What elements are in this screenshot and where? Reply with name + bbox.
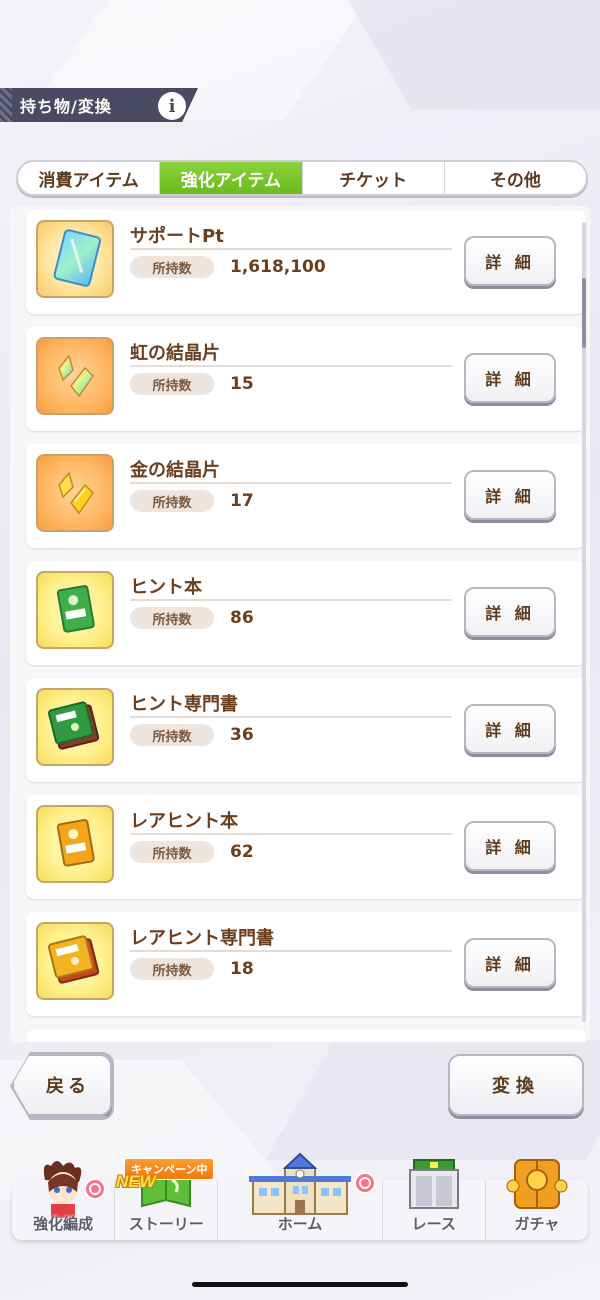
count-label: 所持数: [130, 724, 214, 746]
category-tabs: 消費アイテム 強化アイテム チケット その他: [16, 160, 588, 196]
list-item: [26, 1029, 586, 1042]
item-name: レアヒント専門書: [130, 928, 274, 949]
hint-technical-book-icon: [36, 688, 114, 766]
list-item: ヒント本 所持数 86 詳 細: [26, 561, 586, 665]
bottom-navigation: 強化編成 ストーリー ホーム レース ガチャ: [12, 1152, 588, 1240]
divider: [130, 833, 452, 835]
nav-label: 強化編成: [33, 1215, 94, 1233]
gacha-door-icon: [506, 1159, 568, 1209]
gold-crystal-icon: [36, 454, 114, 532]
tab-consumables[interactable]: 消費アイテム: [18, 162, 161, 194]
nav-label: レース: [411, 1215, 456, 1233]
count-value: 62: [230, 842, 254, 862]
item-name: 金の結晶片: [130, 460, 220, 481]
scrollbar-thumb[interactable]: [582, 278, 586, 348]
detail-button[interactable]: 詳 細: [464, 821, 556, 871]
divider: [130, 248, 452, 250]
tab-tickets[interactable]: チケット: [303, 162, 445, 194]
new-badge: NEW: [116, 1172, 156, 1191]
list-item: サポートPt 所持数 1,618,100 詳 細: [26, 210, 586, 314]
item-name: レアヒント本: [130, 811, 238, 832]
item-name: 虹の結晶片: [130, 343, 220, 364]
item-name: サポートPt: [130, 226, 224, 247]
page-title: 持ち物/変換: [20, 97, 112, 116]
count-value: 36: [230, 725, 254, 745]
tab-enhancement-items[interactable]: 強化アイテム: [160, 162, 303, 194]
count-value: 86: [230, 608, 254, 628]
nav-label: ガチャ: [514, 1215, 560, 1233]
rainbow-crystal-icon: [36, 337, 114, 415]
convert-button[interactable]: 変換: [448, 1054, 584, 1116]
count-label: 所持数: [130, 607, 214, 629]
scrollbar[interactable]: [582, 222, 586, 1022]
notification-badge: [84, 1178, 106, 1200]
nav-label: ストーリー: [128, 1215, 204, 1233]
school-building-icon: [248, 1152, 351, 1215]
nav-race[interactable]: レース: [383, 1159, 486, 1240]
detail-button[interactable]: 詳 細: [464, 236, 556, 286]
list-item: レアヒント専門書 所持数 18 詳 細: [26, 912, 586, 1016]
race-gate-icon: [408, 1159, 459, 1209]
detail-button[interactable]: 詳 細: [464, 938, 556, 988]
detail-button[interactable]: 詳 細: [464, 353, 556, 403]
list-item: ヒント専門書 所持数 36 詳 細: [26, 678, 586, 782]
nav-enhance-formation[interactable]: 強化編成: [12, 1161, 116, 1240]
divider: [130, 716, 452, 718]
count-value: 18: [230, 959, 254, 979]
list-item: レアヒント本 所持数 62 詳 細: [26, 795, 586, 899]
count-value: 17: [230, 491, 254, 511]
divider: [130, 950, 452, 952]
home-indicator[interactable]: [192, 1282, 408, 1287]
divider: [130, 599, 452, 601]
info-icon[interactable]: i: [158, 92, 186, 120]
count-label: 所持数: [130, 256, 214, 278]
count-label: 所持数: [130, 490, 214, 512]
rare-hint-technical-book-icon: [36, 922, 114, 1000]
nav-home[interactable]: ホーム: [218, 1152, 383, 1240]
item-name: ヒント本: [130, 577, 202, 598]
tab-other[interactable]: その他: [445, 162, 586, 194]
nav-gacha[interactable]: ガチャ: [486, 1159, 588, 1240]
rare-hint-book-icon: [36, 805, 114, 883]
back-button[interactable]: 戻る: [12, 1054, 112, 1116]
count-label: 所持数: [130, 373, 214, 395]
count-label: 所持数: [130, 958, 214, 980]
count-value: 15: [230, 374, 254, 394]
count-label: 所持数: [130, 841, 214, 863]
list-item: 金の結晶片 所持数 17 詳 細: [26, 444, 586, 548]
item-name: ヒント専門書: [130, 694, 238, 715]
count-value: 1,618,100: [230, 257, 326, 277]
detail-button[interactable]: 詳 細: [464, 470, 556, 520]
list-item: 虹の結晶片 所持数 15 詳 細: [26, 327, 586, 431]
detail-button[interactable]: 詳 細: [464, 704, 556, 754]
notification-badge: [353, 1172, 376, 1194]
detail-button[interactable]: 詳 細: [464, 587, 556, 637]
support-pt-card-icon: [36, 220, 114, 298]
divider: [130, 365, 452, 367]
item-list[interactable]: サポートPt 所持数 1,618,100 詳 細 虹の結晶片 所持数 15 詳 …: [10, 206, 590, 1042]
nav-label: ホーム: [277, 1215, 323, 1233]
hint-book-icon: [36, 571, 114, 649]
divider: [130, 482, 452, 484]
